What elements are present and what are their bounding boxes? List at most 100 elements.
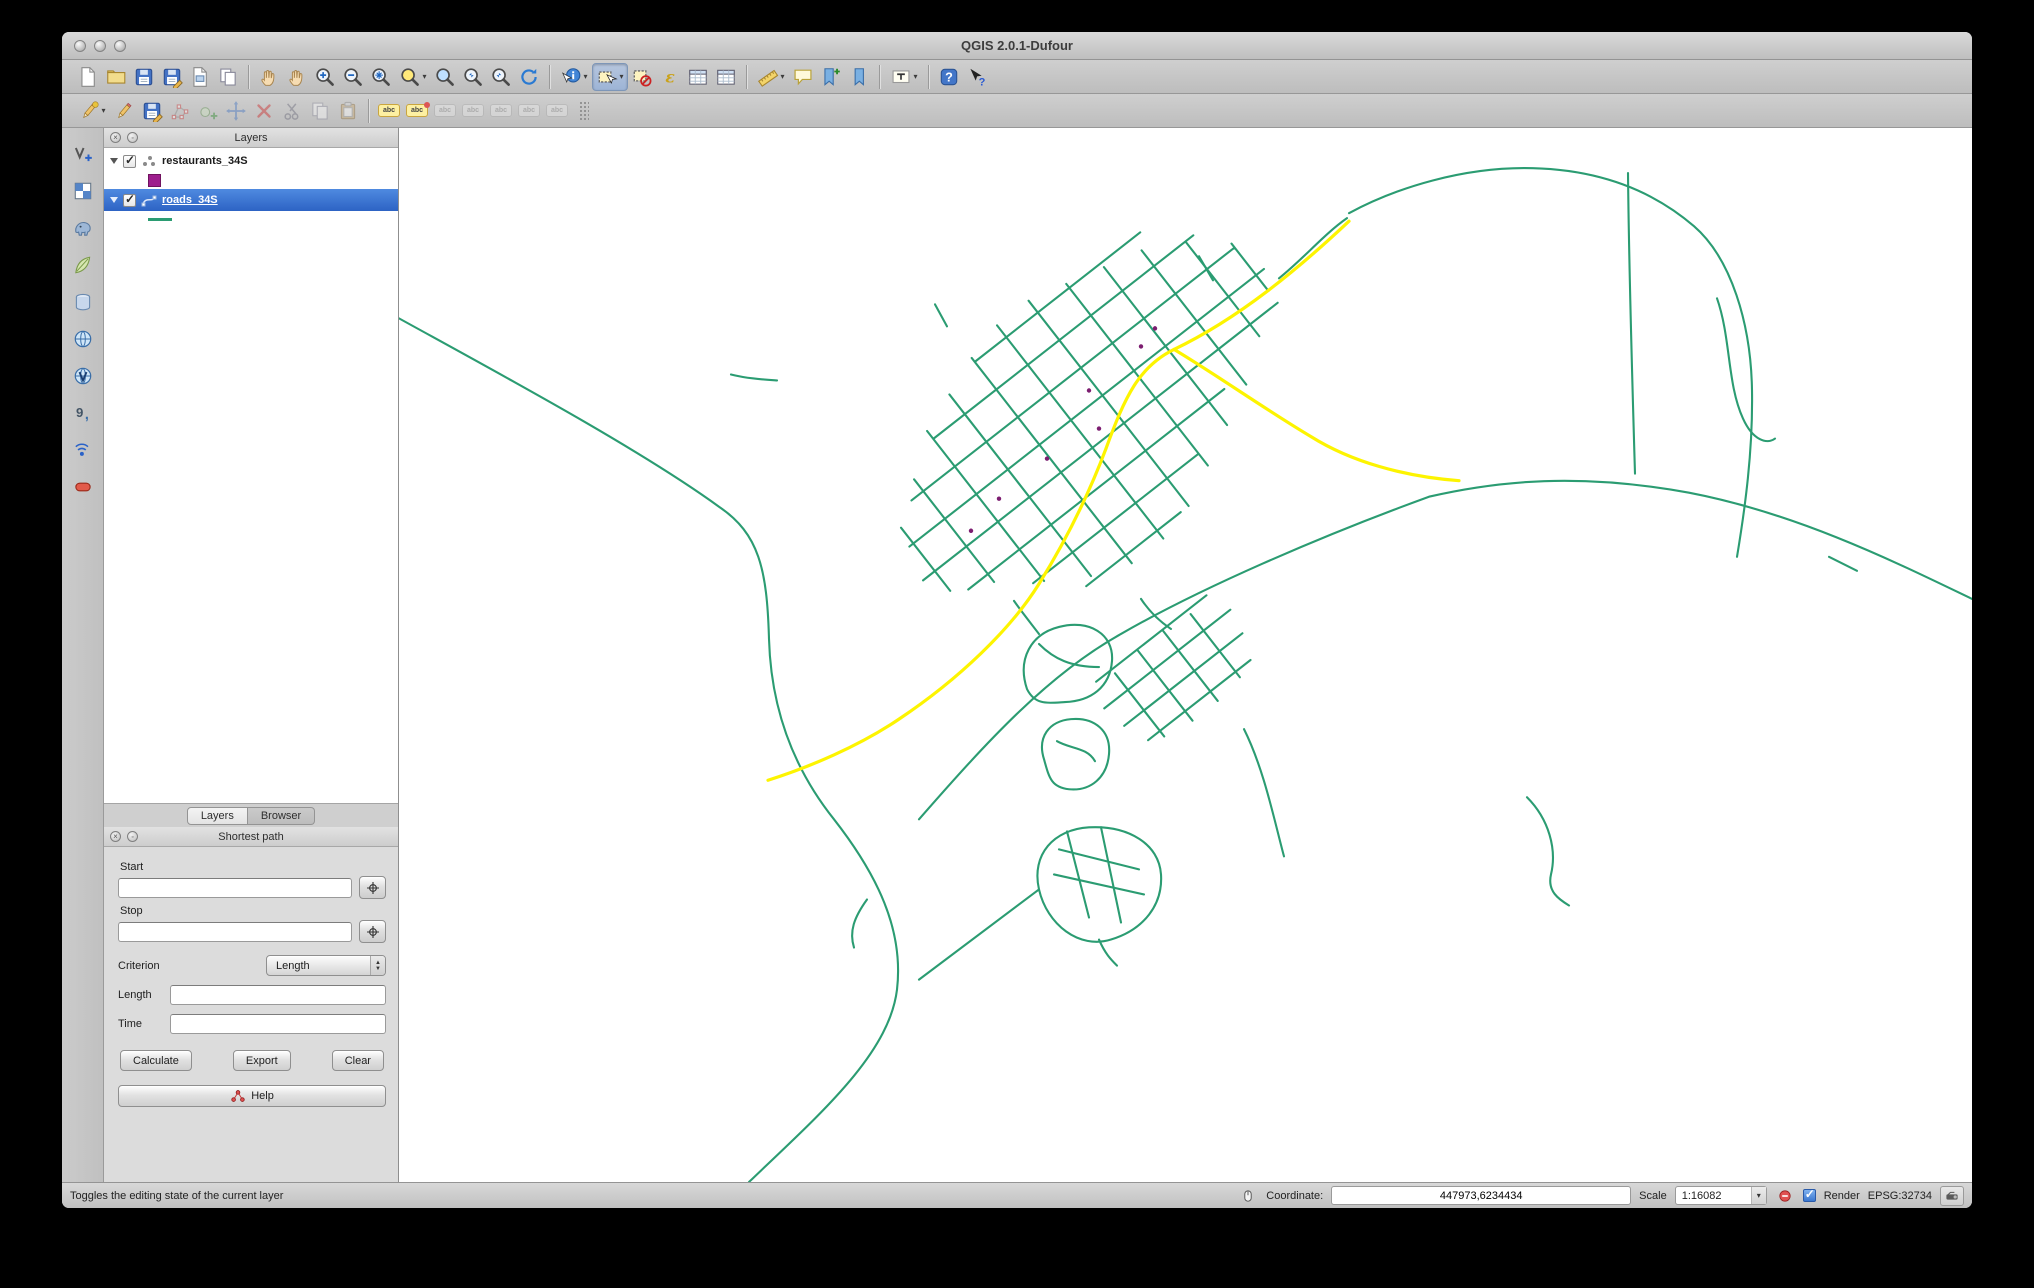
layer-item-restaurants[interactable]: restaurants_34S [104,150,398,172]
refresh-map-button[interactable] [515,63,543,91]
show-hidden-labels-button[interactable]: abc [543,97,571,125]
whats-this-button[interactable] [963,63,991,91]
expand-arrow-icon[interactable] [110,158,118,164]
labeling-options-button[interactable]: abc [375,97,403,125]
time-output[interactable] [170,1014,386,1034]
shortest-path-panel-header[interactable]: Shortest path [104,827,398,847]
open-attribute-table-button[interactable] [684,63,712,91]
open-project-button[interactable] [102,63,130,91]
zoom-to-layer-button[interactable] [431,63,459,91]
toggle-editing-button[interactable] [110,97,138,125]
add-feature-button[interactable] [194,97,222,125]
add-delimited-text-layer-button[interactable] [68,399,98,427]
zoom-next-button[interactable] [487,63,515,91]
layers-panel-header[interactable]: Layers [104,128,398,148]
measure-line-button[interactable]: ▾ [753,63,789,91]
mouse-position-icon[interactable] [1238,1186,1258,1206]
add-vector-layer-button[interactable] [68,140,98,168]
crs-status-button[interactable] [1940,1185,1964,1206]
toolbar-grip[interactable] [579,100,589,121]
close-shortest-path-panel-button[interactable] [110,831,121,842]
move-label-button[interactable]: abc [459,97,487,125]
help-button[interactable]: Help [118,1085,386,1107]
pin-labels-button[interactable]: abc [403,97,431,125]
add-spatialite-layer-button[interactable] [68,251,98,279]
zoom-full-extent-button[interactable] [367,63,395,91]
select-features-button[interactable]: ▾ [592,62,628,91]
add-gps-layer-button[interactable] [68,436,98,464]
add-wms-layer-icon [72,328,94,350]
zoom-window-button[interactable] [114,39,126,52]
deselect-all-button[interactable] [628,63,656,91]
map-canvas[interactable] [399,128,1972,1182]
save-project-button[interactable] [130,63,158,91]
close-layers-panel-button[interactable] [110,132,121,143]
new-print-composer-button[interactable] [186,63,214,91]
highlight-pinned-labels-button[interactable]: abc [431,97,459,125]
window-titlebar[interactable]: QGIS 2.0.1-Dufour [62,32,1972,60]
add-oracle-layer-button[interactable] [68,473,98,501]
layer-symbol-restaurants[interactable] [104,172,398,189]
save-project-as-button[interactable] [158,63,186,91]
coordinate-input[interactable] [1331,1186,1632,1205]
pick-stop-button[interactable] [359,920,386,943]
layer-item-roads[interactable]: roads_34S [104,189,398,211]
zoom-in-button[interactable] [311,63,339,91]
delete-selected-button[interactable] [250,97,278,125]
help-contents-button[interactable] [935,63,963,91]
pan-to-selection-button[interactable] [283,63,311,91]
render-checkbox[interactable] [1802,1187,1816,1202]
stop-rendering-icon[interactable] [1775,1186,1795,1206]
select-by-expression-button[interactable] [656,63,684,91]
zoom-to-selection-button[interactable]: ▾ [395,63,431,91]
text-annotation-button[interactable]: ▾ [886,63,922,91]
toolbar-separator [746,64,747,89]
node-tool-button[interactable] [166,97,194,125]
close-window-button[interactable] [74,39,86,52]
length-output[interactable] [170,985,386,1005]
new-bookmark-button[interactable] [817,63,845,91]
export-button[interactable]: Export [232,1050,291,1071]
field-calculator-button[interactable] [712,63,740,91]
scale-combobox[interactable]: 1:16082 ▾ [1674,1186,1767,1205]
dropdown-arrow-icon: ▾ [913,71,918,81]
criterion-select[interactable]: Length ▲ ▼ [266,955,386,976]
add-mssql-layer-button[interactable] [68,288,98,316]
add-raster-layer-button[interactable] [68,177,98,205]
move-feature-button[interactable] [222,97,250,125]
pick-start-button[interactable] [359,876,386,899]
layer-symbol-roads[interactable] [104,211,398,228]
calculate-button[interactable]: Calculate [120,1050,192,1071]
add-postgis-layer-button[interactable] [68,214,98,242]
start-input[interactable] [118,877,352,898]
zoom-last-button[interactable] [459,63,487,91]
minimize-window-button[interactable] [94,39,106,52]
new-project-button[interactable] [74,63,102,91]
tab-browser[interactable]: Browser [247,806,316,825]
copy-features-button[interactable] [306,97,334,125]
rotate-label-button[interactable]: abc [487,97,515,125]
add-wms-layer-button[interactable] [68,325,98,353]
clear-button[interactable]: Clear [331,1050,384,1071]
float-shortest-path-panel-button[interactable] [127,831,138,842]
identify-features-button[interactable]: ▾ [556,63,592,91]
pan-map-button[interactable] [255,63,283,91]
float-layers-panel-button[interactable] [127,132,138,143]
save-layer-edits-button[interactable] [138,97,166,125]
roads-layer-checkbox[interactable] [123,192,136,207]
zoom-out-button[interactable] [339,63,367,91]
restaurants-layer-checkbox[interactable] [123,153,136,168]
add-wfs-layer-button[interactable] [68,362,98,390]
stop-input[interactable] [118,921,352,942]
composer-manager-button[interactable] [214,63,242,91]
layer-tree[interactable]: restaurants_34S roads_34S [104,148,398,803]
show-bookmarks-button[interactable] [845,63,873,91]
expand-arrow-icon[interactable] [110,197,118,203]
tab-layers[interactable]: Layers [186,806,248,825]
map-tips-button[interactable] [789,63,817,91]
change-label-properties-button[interactable]: abc [515,97,543,125]
paste-features-button[interactable] [334,97,362,125]
scale-dropdown-arrow-icon[interactable]: ▾ [1750,1187,1766,1204]
cut-features-button[interactable] [278,97,306,125]
current-edits-button[interactable]: ▾ [74,97,110,125]
